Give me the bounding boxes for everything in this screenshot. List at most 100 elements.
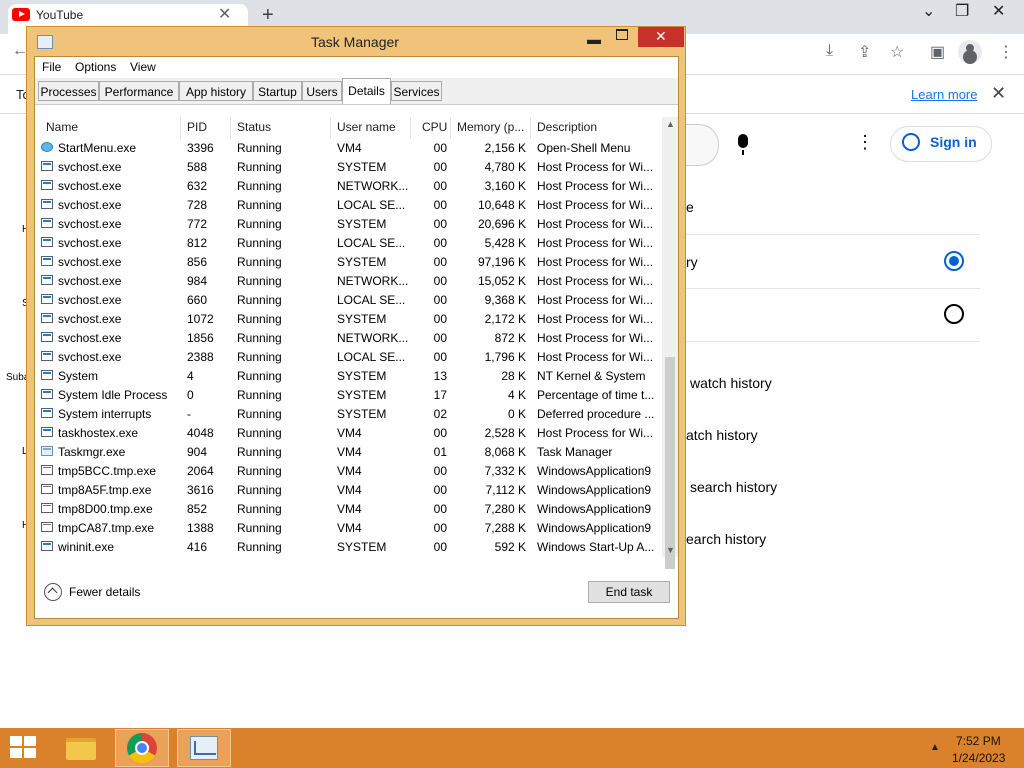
infobar-close-icon[interactable]: ✕ [991, 83, 1006, 104]
radio-unselected[interactable] [944, 304, 964, 324]
table-row[interactable]: tmp5BCC.tmp.exe 2064 Running VM4 00 7,332 K Wi… [37, 462, 661, 481]
cell-user: VM4 [337, 426, 362, 440]
table-row[interactable]: tmp8A5F.tmp.exe 3616 Running VM4 00 7,112 K Wi… [37, 481, 661, 500]
tab-performance[interactable]: Performance [99, 81, 179, 101]
scroll-up-icon[interactable]: ▲ [666, 119, 675, 129]
table-row[interactable]: Taskmgr.exe 904 Running VM4 01 8,068 K Task Ma… [37, 443, 661, 462]
bookmark-star-icon[interactable]: ☆ [890, 42, 904, 62]
clear-search-history-option[interactable]: earch history [686, 531, 766, 547]
table-row[interactable]: System Idle Process 0 Running SYSTEM 17 4 K Pe… [37, 386, 661, 405]
table-row[interactable]: svchost.exe 588 Running SYSTEM 00 4,780 K Host… [37, 158, 661, 177]
app-icon [41, 503, 53, 513]
cell-user: VM4 [337, 483, 362, 497]
cell-user: NETWORK... [337, 179, 409, 193]
tab-services[interactable]: Services [391, 81, 442, 101]
new-tab-button[interactable]: + [262, 4, 274, 27]
panel-text-2: ry [686, 254, 698, 270]
panel-divider [680, 288, 980, 289]
cell-status: Running [237, 217, 282, 231]
tab-startup[interactable]: Startup [253, 81, 302, 101]
table-row[interactable]: svchost.exe 1856 Running NETWORK... 00 872 K H… [37, 329, 661, 348]
clock-date[interactable]: 1/24/2023 [952, 751, 1005, 765]
settings-dots-icon[interactable]: ⋮ [856, 132, 874, 153]
menu-file[interactable]: File [42, 60, 61, 74]
start-button[interactable] [10, 736, 38, 760]
column-divider[interactable] [330, 117, 331, 139]
scroll-down-icon[interactable]: ▼ [666, 545, 675, 555]
table-row[interactable]: System interrupts - Running SYSTEM 02 0 K Defe… [37, 405, 661, 424]
table-row[interactable]: svchost.exe 660 Running LOCAL SE... 00 9,368 … [37, 291, 661, 310]
table-row[interactable]: tmpCA87.tmp.exe 1388 Running VM4 00 7,288 K Wi… [37, 519, 661, 538]
close-button[interactable]: ✕ [638, 27, 684, 47]
clear-watch-history-option[interactable]: atch history [686, 427, 758, 443]
tab-users[interactable]: Users [302, 81, 342, 101]
microphone-icon[interactable] [738, 134, 748, 155]
process-icon [41, 180, 53, 190]
profile-avatar-icon[interactable] [958, 40, 982, 64]
scrollbar-thumb[interactable] [665, 357, 675, 569]
end-task-button[interactable]: End task [588, 581, 670, 603]
tab-app-history[interactable]: App history [179, 81, 253, 101]
cell-status: Running [237, 407, 282, 421]
table-row[interactable]: tmp8D00.tmp.exe 852 Running VM4 00 7,280 K Win… [37, 500, 661, 519]
column-header-memory[interactable]: Memory (p... [457, 117, 524, 137]
table-row[interactable]: taskhostex.exe 4048 Running VM4 00 2,528 K Hos… [37, 424, 661, 443]
maximize-icon[interactable] [616, 29, 628, 40]
menu-view[interactable]: View [130, 60, 156, 74]
task-manager-app-icon[interactable] [37, 35, 53, 49]
table-row[interactable]: svchost.exe 728 Running LOCAL SE... 00 10,648… [37, 196, 661, 215]
column-header-status[interactable]: Status [237, 117, 271, 137]
cell-status: Running [237, 160, 282, 174]
learn-more-link[interactable]: Learn more [911, 87, 977, 102]
show-hidden-icons-icon[interactable]: ▲ [930, 742, 940, 753]
cell-cpu: 00 [433, 426, 447, 440]
process-icon [41, 389, 53, 399]
chevron-down-icon[interactable]: ⌄ [922, 1, 935, 21]
pause-search-history-option[interactable]: search history [690, 479, 777, 495]
column-divider[interactable] [230, 117, 231, 139]
share-icon[interactable]: ⇪ [858, 42, 871, 62]
table-row[interactable]: svchost.exe 2388 Running LOCAL SE... 00 1,796… [37, 348, 661, 367]
chevron-up-icon[interactable] [44, 583, 62, 601]
tab-processes[interactable]: Processes [38, 81, 99, 101]
table-row[interactable]: svchost.exe 772 Running SYSTEM 00 20,696 K Hos… [37, 215, 661, 234]
column-divider[interactable] [450, 117, 451, 139]
column-divider[interactable] [180, 117, 181, 139]
cell-pid: 3616 [187, 483, 214, 497]
table-row[interactable]: svchost.exe 984 Running NETWORK... 00 15,052 … [37, 272, 661, 291]
column-header-name[interactable]: Name [46, 117, 78, 137]
column-divider[interactable] [530, 117, 531, 139]
restore-window-icon[interactable]: ❐ [955, 1, 969, 21]
tab-close-icon[interactable]: ✕ [218, 4, 231, 24]
cell-name: System Idle Process [58, 388, 168, 402]
table-row[interactable]: svchost.exe 812 Running LOCAL SE... 00 5,428 … [37, 234, 661, 253]
table-row[interactable]: svchost.exe 632 Running NETWORK... 00 3,160 K… [37, 177, 661, 196]
cell-name: svchost.exe [58, 179, 122, 193]
side-panel-icon[interactable]: ▣ [930, 42, 945, 62]
column-header-description[interactable]: Description [537, 117, 597, 137]
clock-time[interactable]: 7:52 PM [956, 734, 1001, 748]
pause-watch-history-option[interactable]: watch history [690, 375, 772, 391]
more-options-icon[interactable]: ⋮ [998, 42, 1014, 62]
column-header-user-name[interactable]: User name [337, 117, 396, 137]
table-row[interactable]: svchost.exe 856 Running SYSTEM 00 97,196 K Hos… [37, 253, 661, 272]
radio-selected[interactable] [944, 251, 964, 271]
fewer-details-link[interactable]: Fewer details [69, 585, 140, 599]
column-header-cpu[interactable]: CPU [422, 117, 447, 137]
column-header-pid[interactable]: PID [187, 117, 207, 137]
tab-details[interactable]: Details [342, 78, 391, 104]
menu-options[interactable]: Options [75, 60, 116, 74]
cell-mem: 872 K [494, 331, 526, 345]
cell-status: Running [237, 141, 282, 155]
column-divider[interactable] [410, 117, 411, 139]
table-row[interactable]: wininit.exe 416 Running SYSTEM 00 592 K Window… [37, 538, 661, 557]
cell-pid: 4 [187, 369, 194, 383]
table-row[interactable]: System 4 Running SYSTEM 13 28 K NT Kernel & Sy… [37, 367, 661, 386]
cell-cpu: 01 [433, 445, 447, 459]
minimize-icon[interactable]: ▬ [587, 31, 601, 47]
close-window-icon[interactable]: ✕ [992, 1, 1005, 21]
install-app-icon[interactable]: ⤓ [826, 42, 833, 60]
table-row[interactable]: StartMenu.exe 3396 Running VM4 00 2,156 K Open… [37, 139, 661, 158]
cell-cpu: 00 [433, 331, 447, 345]
table-row[interactable]: svchost.exe 1072 Running SYSTEM 00 2,172 K Hos… [37, 310, 661, 329]
